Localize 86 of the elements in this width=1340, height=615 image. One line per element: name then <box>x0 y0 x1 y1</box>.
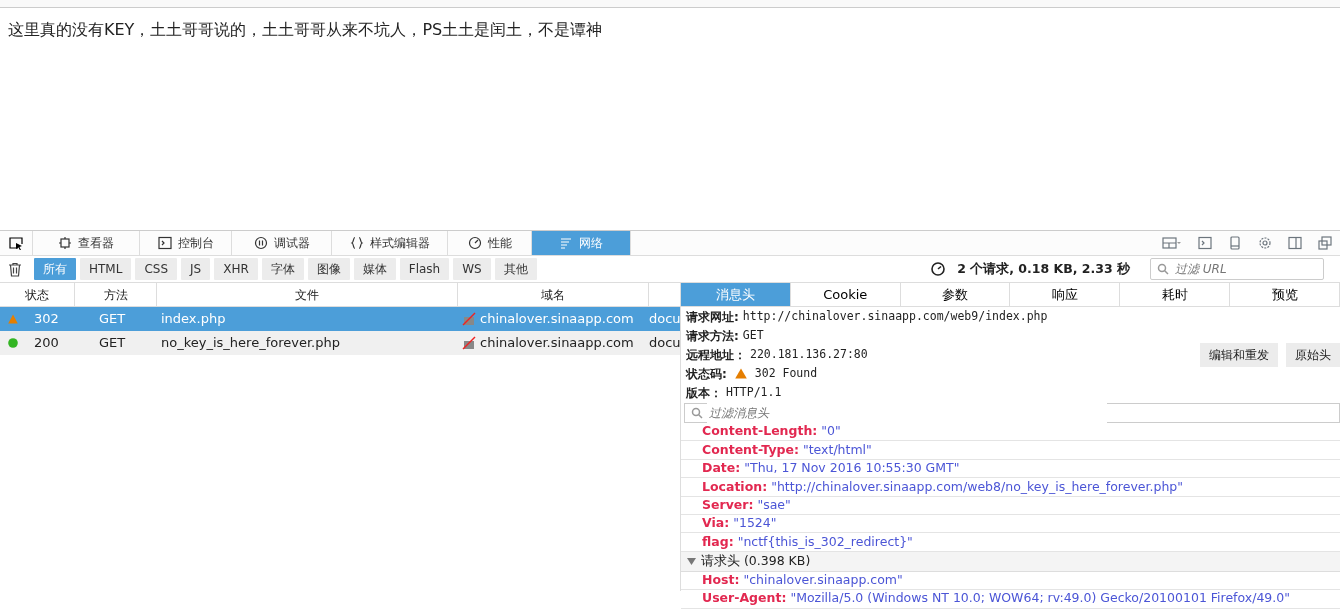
layout-icon <box>1162 236 1182 250</box>
warning-triangle-icon <box>8 314 18 324</box>
search-icon <box>1157 263 1169 275</box>
header-line: Server: "sae" <box>681 496 1340 515</box>
filter-button[interactable]: WS <box>453 258 491 280</box>
gear-icon <box>1258 236 1272 250</box>
devtools-tab[interactable]: 查看器 <box>33 231 140 255</box>
header-line: Content-Length: "0" <box>681 423 1340 442</box>
header-line: Date: "Thu, 17 Nov 2016 10:55:30 GMT" <box>681 459 1340 479</box>
filter-button[interactable]: XHR <box>214 258 258 280</box>
search-icon <box>691 407 703 419</box>
domain-text: chinalover.sinaapp.com <box>480 310 634 329</box>
domain-text: chinalover.sinaapp.com <box>480 334 634 353</box>
gear-button[interactable] <box>1258 236 1272 250</box>
phone-icon <box>1228 236 1242 250</box>
field-label: 请求方法: <box>686 327 739 345</box>
insecure-lock-icon <box>462 336 476 350</box>
terminal-icon <box>1198 236 1212 250</box>
filter-button[interactable]: 其他 <box>494 258 537 280</box>
file-name: no_key_is_here_forever.php <box>161 335 340 351</box>
terminal-button[interactable] <box>1198 236 1212 250</box>
type-text: docu <box>649 335 680 351</box>
header-line: User-Agent: "Mozilla/5.0 (Windows NT 10.0; WOW64; rv:49.0) Gecko/20100101 Firefox/49.0" <box>681 590 1340 609</box>
list-lines-icon <box>559 236 573 250</box>
header-line: Content-Type: "text/html" <box>681 441 1340 460</box>
header-line: Via: "1524" <box>681 514 1340 534</box>
trash-icon <box>8 261 22 277</box>
cursor-box-icon <box>8 236 24 250</box>
devtools-tab[interactable]: 样式编辑器 <box>332 231 448 255</box>
chip-icon <box>58 236 72 250</box>
filter-button[interactable]: Flash <box>399 258 450 280</box>
stopwatch-icon <box>931 262 946 276</box>
layout-button[interactable] <box>1162 236 1182 250</box>
field-label: 状态码: <box>686 365 727 383</box>
header-line: flag: "nctf{this_is_302_redirect}" <box>681 533 1340 552</box>
action-button[interactable]: 编辑和重发 <box>1200 342 1278 367</box>
header-filter-input[interactable]: 过滤消息头 <box>707 403 1107 423</box>
split-panel-button[interactable] <box>1288 236 1302 250</box>
action-button[interactable]: 原始头 <box>1286 342 1340 367</box>
clear-button[interactable] <box>8 261 22 277</box>
windows-icon <box>1318 236 1332 250</box>
field-label: 远程地址： <box>686 346 746 364</box>
header-line: Location: "http://chinalover.sinaapp.com/web8/no_key_is_here_forever.php" <box>681 478 1340 497</box>
header-line: Host: "chinalover.sinaapp.com" <box>681 571 1340 591</box>
filter-button[interactable]: CSS <box>135 258 178 280</box>
url-filter-field[interactable]: 过滤 URL <box>1150 258 1324 280</box>
field-value: HTTP/1.1 <box>726 383 782 401</box>
windows-button[interactable] <box>1318 236 1332 250</box>
section-header[interactable]: 请求头 (0.398 KB) <box>681 551 1340 572</box>
column-header[interactable]: 状态 <box>0 283 75 306</box>
field-value: GET <box>742 326 764 344</box>
filter-button[interactable]: 媒体 <box>353 258 396 280</box>
filter-button[interactable]: 图像 <box>307 258 350 280</box>
filter-button[interactable]: JS <box>181 258 211 280</box>
field-label: 请求网址: <box>686 308 739 326</box>
field-value: http://chinalover.sinaapp.com/web9/index.php <box>742 307 1048 325</box>
insecure-lock-icon <box>462 312 476 326</box>
split-panel-icon <box>1288 236 1302 250</box>
file-name: index.php <box>161 311 226 327</box>
status-dot-icon <box>8 338 18 348</box>
filter-button[interactable]: HTML <box>80 258 132 280</box>
pause-circle-icon <box>253 236 268 250</box>
triangle-icon <box>687 557 696 565</box>
method-text: GET <box>99 311 126 327</box>
column-header[interactable]: 域名 <box>458 283 649 306</box>
request-row[interactable]: 200 GET no_key_is_here_forever.php chinalover.sinaapp.com docu <box>0 331 680 355</box>
devtools-tab[interactable]: 调试器 <box>232 231 332 255</box>
method-text: GET <box>99 335 126 351</box>
request-summary: 2 个请求, 0.18 KB, 2.33 秒 <box>957 259 1130 278</box>
gauge-icon <box>467 236 482 250</box>
header-filter-field[interactable]: 过滤消息头 <box>684 403 1340 423</box>
column-header[interactable]: 文件 <box>157 283 458 306</box>
devtools-tab[interactable]: 控制台 <box>140 231 232 255</box>
phone-button[interactable] <box>1228 236 1242 250</box>
braces-icon <box>349 236 364 250</box>
page-text: 这里真的没有KEY，土土哥哥说的，土土哥哥从来不坑人，PS土土是闰土，不是谭神 <box>7 19 604 41</box>
column-header[interactable]: 方法 <box>75 283 157 306</box>
field-value: 302 Found <box>754 364 818 382</box>
warning-triangle-icon <box>734 368 747 379</box>
field-label: 版本： <box>686 384 722 402</box>
field-value: 220.181.136.27:80 <box>750 345 868 363</box>
status-code: 200 <box>34 334 59 353</box>
status-code: 302 <box>34 310 59 329</box>
terminal-icon <box>157 236 172 250</box>
filter-button[interactable]: 字体 <box>261 258 304 280</box>
type-text: docu <box>649 311 680 327</box>
